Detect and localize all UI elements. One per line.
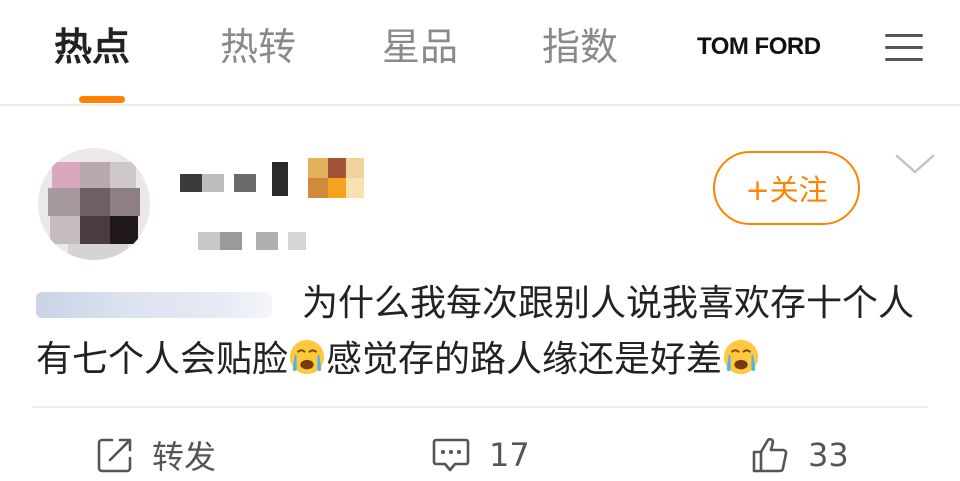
post-text-part2: 感觉存的路人缘还是好差 — [326, 339, 723, 380]
like-button[interactable]: 33 — [750, 432, 849, 478]
avatar[interactable] — [38, 148, 150, 260]
repost-icon — [97, 438, 132, 473]
repost-label: 转发 — [152, 438, 217, 476]
nav-divider — [0, 104, 960, 106]
brand-logo-tom-ford[interactable]: TOM FORD — [697, 33, 821, 61]
action-divider — [32, 406, 928, 408]
comment-button[interactable]: 17 — [431, 432, 530, 478]
follow-button[interactable]: +关注 — [713, 151, 860, 225]
menu-icon[interactable] — [885, 32, 923, 62]
tab-index[interactable]: 指数 — [542, 22, 618, 72]
tab-hot[interactable]: 热点 — [54, 22, 130, 72]
like-count: 33 — [808, 436, 849, 474]
comment-count: 17 — [489, 436, 530, 474]
repost-button[interactable]: 转发 — [96, 432, 216, 478]
crying-face-emoji — [289, 339, 325, 375]
username-blurred[interactable] — [168, 158, 368, 204]
active-tab-indicator — [79, 96, 125, 103]
post-meta-blurred — [168, 226, 328, 256]
thumbs-up-icon — [752, 437, 788, 473]
top-navigation: 热点 热转 星品 指数 TOM FORD — [0, 0, 960, 104]
chevron-down-icon[interactable] — [893, 148, 937, 178]
post-content: 为什么我每次跟别人说我喜欢存十个人有七个人会贴脸 感觉存的路人缘还是好差 — [36, 276, 936, 388]
tab-star-products[interactable]: 星品 — [382, 22, 458, 72]
comment-icon — [432, 438, 470, 472]
crying-face-emoji — [723, 339, 759, 375]
mention-blurred[interactable] — [36, 292, 272, 318]
tab-repost-hot[interactable]: 热转 — [220, 22, 296, 72]
